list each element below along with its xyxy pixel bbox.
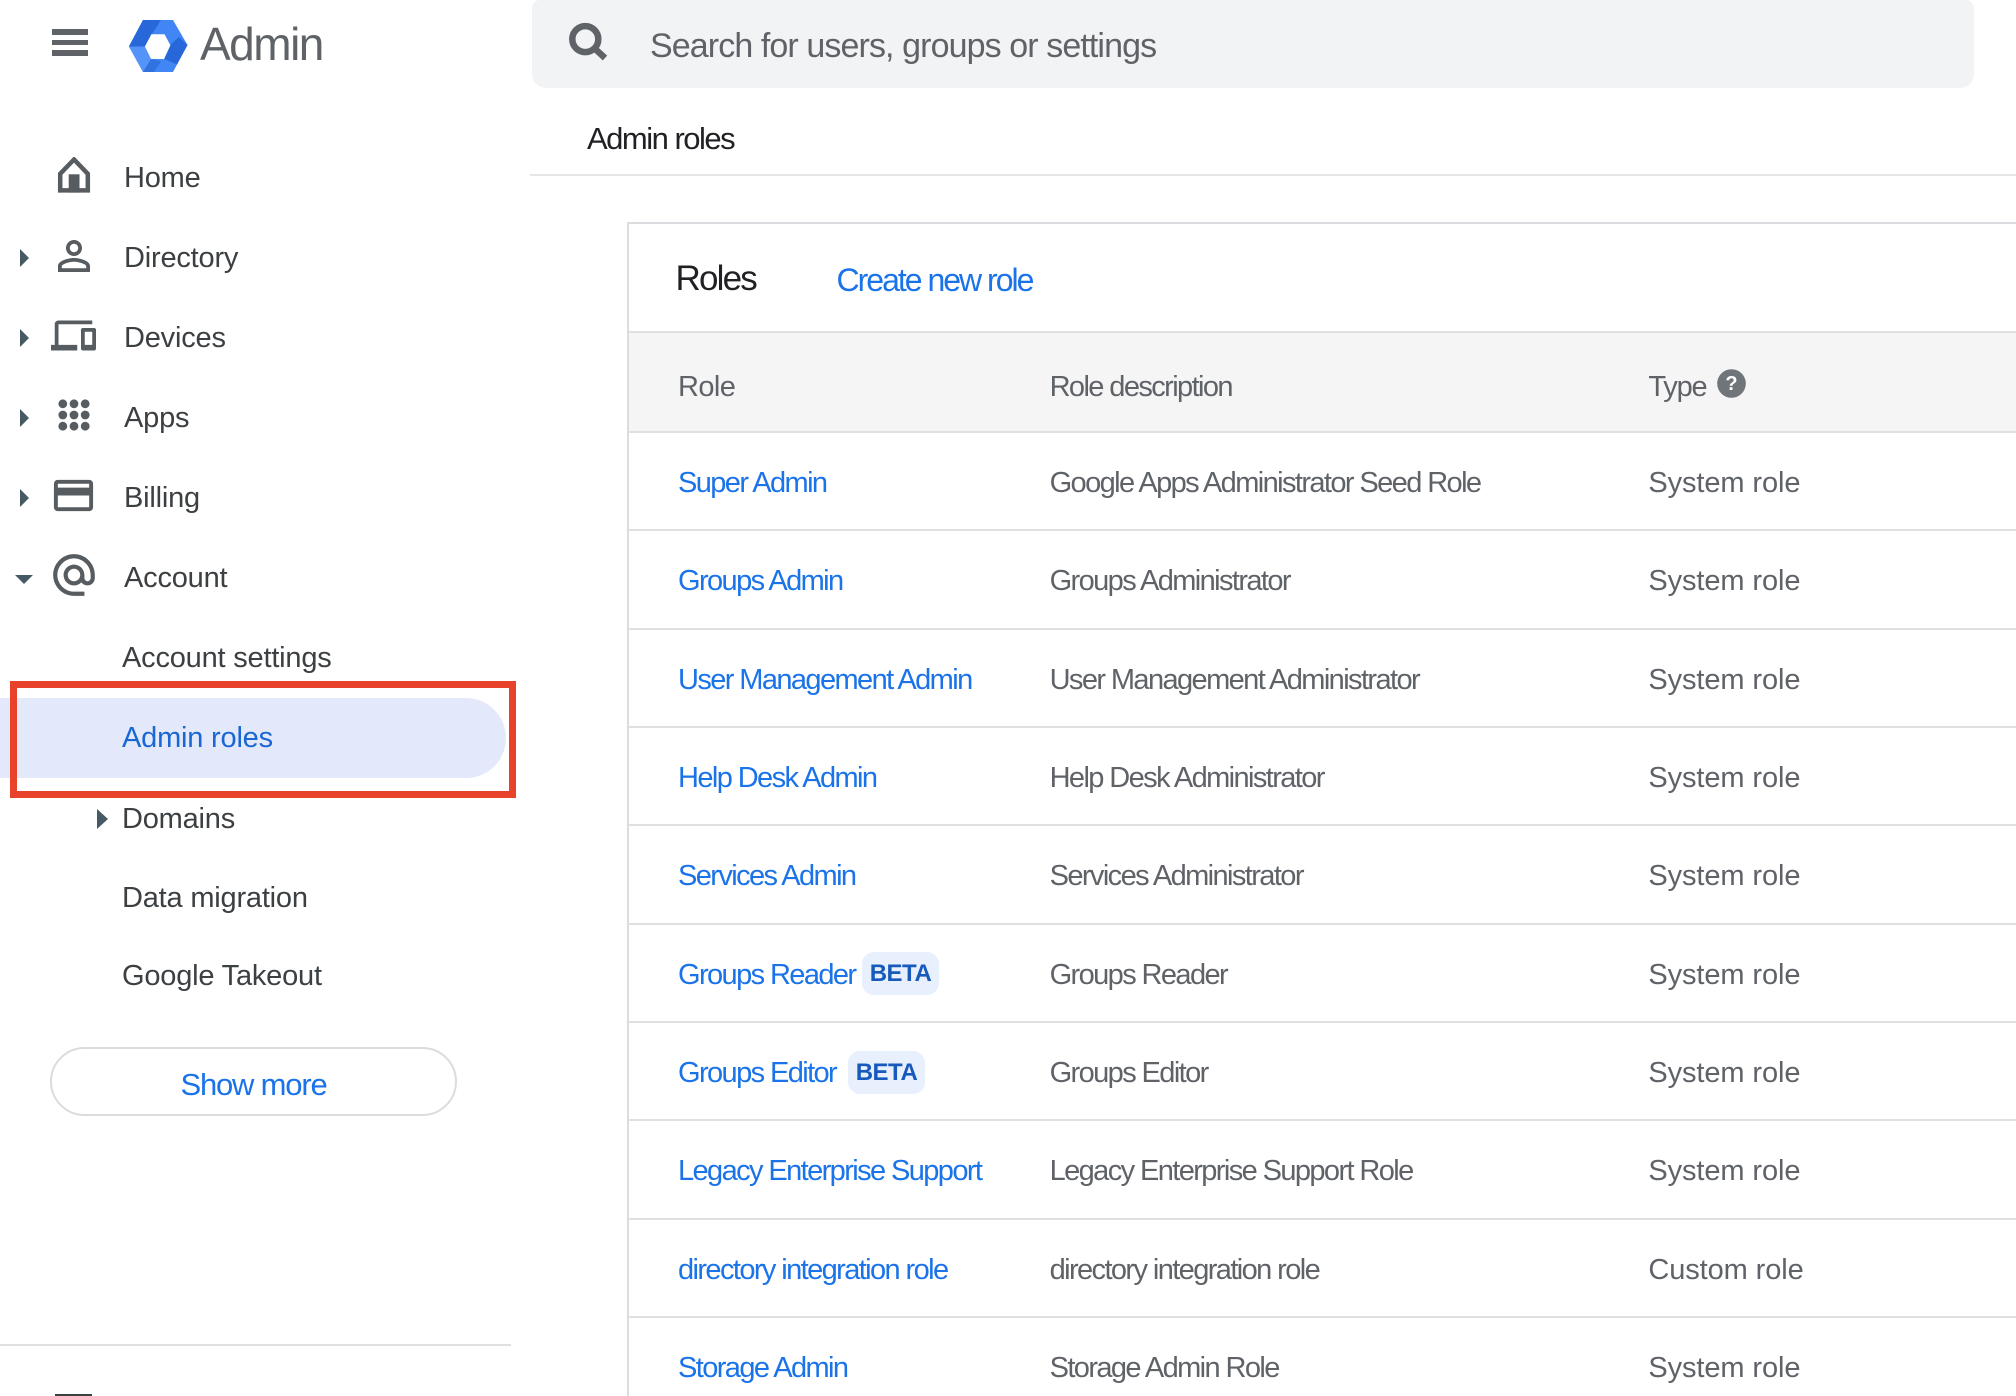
svg-text:?: ? [1725,373,1737,395]
